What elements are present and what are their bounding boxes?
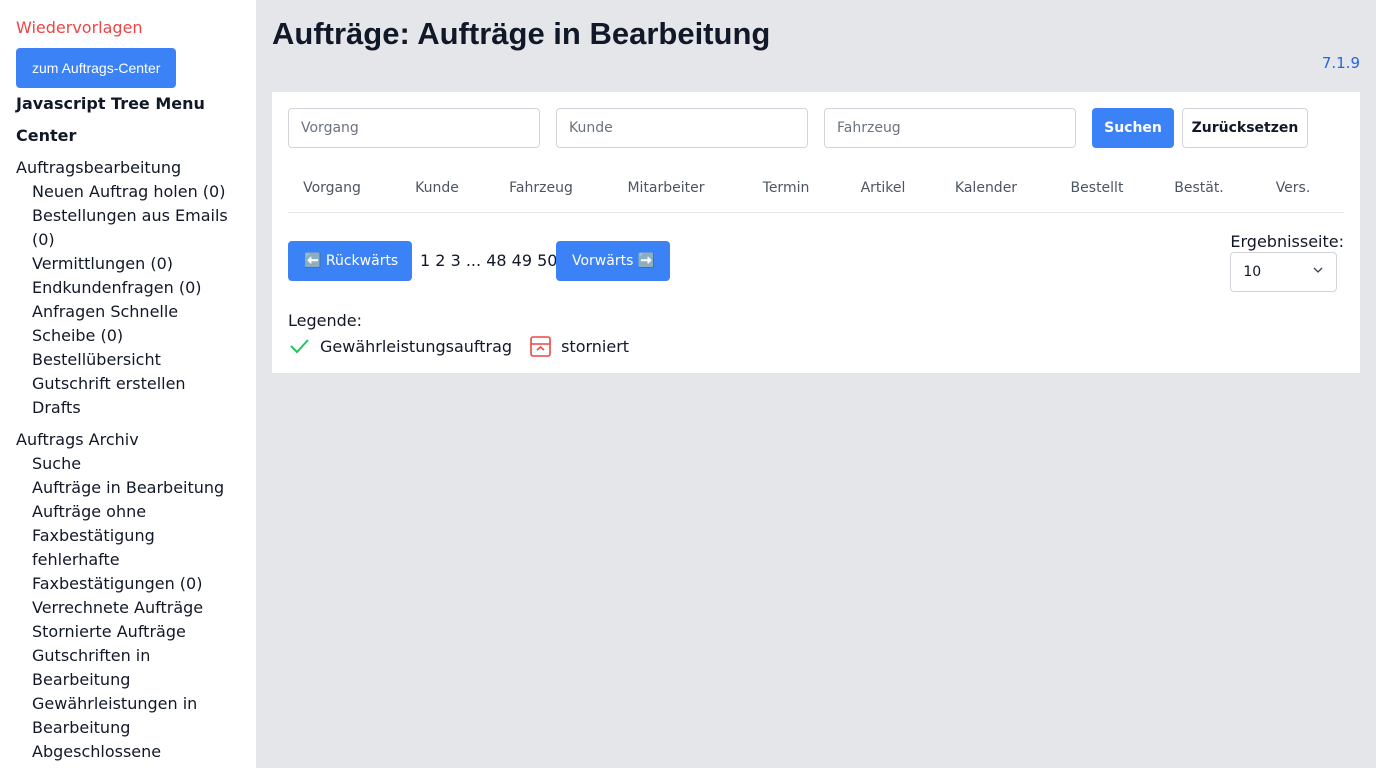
sidebar-item-bestelluebersicht[interactable]: Bestellübersicht — [32, 348, 240, 372]
group-auftragsbearbeitung: Auftragsbearbeitung Neuen Auftrag holen … — [16, 156, 240, 420]
sidebar: Wiedervorlagen zum Auftrags-Center Javas… — [0, 0, 256, 768]
legend-cancelled-label: storniert — [561, 336, 630, 356]
sidebar-item-auftraege-ohne-fax[interactable]: Aufträge ohne Faxbestätigung — [32, 500, 240, 548]
table-header: Vorgang Kunde Fahrzeug Mitarbeiter Termi… — [288, 168, 1344, 213]
group-auftrags-archiv: Auftrags Archiv Suche Aufträge in Bearbe… — [16, 428, 240, 768]
next-page-button[interactable]: Vorwärts ➡️ — [556, 241, 670, 281]
sidebar-item-drafts[interactable]: Drafts — [32, 396, 240, 420]
page-link-1[interactable]: 1 — [420, 251, 430, 270]
results-per-page-value: 10 — [1243, 264, 1262, 280]
archive-icon — [530, 335, 551, 357]
sidebar-item-verrechnete-auftraege[interactable]: Verrechnete Aufträge — [32, 596, 240, 620]
version-link[interactable]: 7.1.9 — [1322, 53, 1360, 73]
sidebar-item-fehlerhafte-fax[interactable]: fehlerhafte Faxbestätigungen (0) — [32, 548, 240, 596]
main-content: Aufträge: Aufträge in Bearbeitung 7.1.9 … — [272, 0, 1360, 373]
search-button[interactable]: Suchen — [1092, 108, 1174, 148]
auftrags-center-button[interactable]: zum Auftrags-Center — [16, 48, 177, 88]
fahrzeug-input[interactable] — [824, 108, 1076, 148]
page-link-3[interactable]: 3 — [451, 251, 461, 270]
sidebar-item-bestellungen-emails[interactable]: Bestellungen aus Emails (0) — [32, 204, 240, 252]
center-title: Center — [16, 126, 77, 145]
column-header-bestellt[interactable]: Bestellt — [1071, 168, 1124, 208]
page-ellipsis: ... — [465, 251, 482, 270]
column-header-artikel[interactable]: Artikel — [861, 168, 906, 208]
page-link-48[interactable]: 48 — [486, 251, 506, 270]
page-link-50[interactable]: 50 — [537, 251, 557, 270]
sidebar-item-endkundenfragen[interactable]: Endkundenfragen (0) — [32, 276, 240, 300]
page-link-2[interactable]: 2 — [435, 251, 445, 270]
legend: Legende: Gewährleistungsauftrag stornier… — [288, 310, 629, 358]
sidebar-item-suche[interactable]: Suche — [32, 452, 240, 476]
column-header-mitarbeiter[interactable]: Mitarbeiter — [627, 168, 704, 208]
group-title[interactable]: Auftrags Archiv — [16, 428, 240, 452]
sidebar-item-neuen-auftrag[interactable]: Neuen Auftrag holen (0) — [32, 180, 240, 204]
page-numbers: 1 2 3 ... 48 49 50 — [420, 241, 557, 281]
group-title[interactable]: Auftragsbearbeitung — [16, 156, 240, 180]
legend-title: Legende: — [288, 311, 363, 330]
column-header-kalender[interactable]: Kalender — [955, 168, 1017, 208]
sidebar-item-stornierte-auftraege[interactable]: Stornierte Aufträge — [32, 620, 240, 644]
column-header-termin[interactable]: Termin — [763, 168, 810, 208]
legend-items: Gewährleistungsauftrag storniert — [288, 334, 629, 358]
results-per-page-label: Ergebnisseite: — [1230, 232, 1344, 251]
chevron-down-icon — [1312, 253, 1324, 291]
sidebar-item-abgeschlossene-gewaehrleistungen[interactable]: Abgeschlossene Gewährleistungen — [32, 740, 240, 768]
column-header-bestaetigt[interactable]: Bestät. — [1174, 168, 1224, 208]
results-per-page: Ergebnisseite: 10 — [1230, 232, 1344, 292]
wiedervorlagen-link[interactable]: Wiedervorlagen — [16, 17, 240, 39]
sidebar-item-gutschrift-erstellen[interactable]: Gutschrift erstellen — [32, 372, 240, 396]
orders-card: Suchen Zurücksetzen Vorgang Kunde Fahrze… — [272, 92, 1360, 373]
page-title: Aufträge: Aufträge in Bearbeitung — [272, 16, 771, 51]
reset-button[interactable]: Zurücksetzen — [1182, 108, 1308, 148]
page-link-49[interactable]: 49 — [512, 251, 532, 270]
tree-menu-title: Javascript Tree Menu — [16, 94, 205, 113]
vorgang-input[interactable] — [288, 108, 540, 148]
sidebar-item-auftraege-in-bearbeitung[interactable]: Aufträge in Bearbeitung — [32, 476, 240, 500]
kunde-input[interactable] — [556, 108, 808, 148]
column-header-vorgang[interactable]: Vorgang — [303, 168, 361, 208]
sidebar-item-gutschriften-bearbeitung[interactable]: Gutschriften in Bearbeitung — [32, 644, 240, 692]
sidebar-item-vermittlungen[interactable]: Vermittlungen (0) — [32, 252, 240, 276]
legend-warranty-label: Gewährleistungsauftrag — [320, 336, 513, 356]
legend-item-cancelled: storniert — [530, 335, 630, 357]
prev-page-button[interactable]: ⬅️ Rückwärts — [288, 241, 412, 281]
results-per-page-select[interactable]: 10 — [1230, 252, 1338, 292]
column-header-fahrzeug[interactable]: Fahrzeug — [509, 168, 573, 208]
column-header-versand[interactable]: Vers. — [1276, 168, 1311, 208]
column-header-kunde[interactable]: Kunde — [415, 168, 459, 208]
sidebar-item-gewaehrleistungen-bearbeitung[interactable]: Gewährleistungen in Bearbeitung — [32, 692, 240, 740]
sidebar-item-anfragen-schnelle-scheibe[interactable]: Anfragen Schnelle Scheibe (0) — [32, 300, 240, 348]
checkmark-icon — [290, 339, 309, 354]
legend-item-warranty: Gewährleistungsauftrag — [288, 335, 512, 357]
